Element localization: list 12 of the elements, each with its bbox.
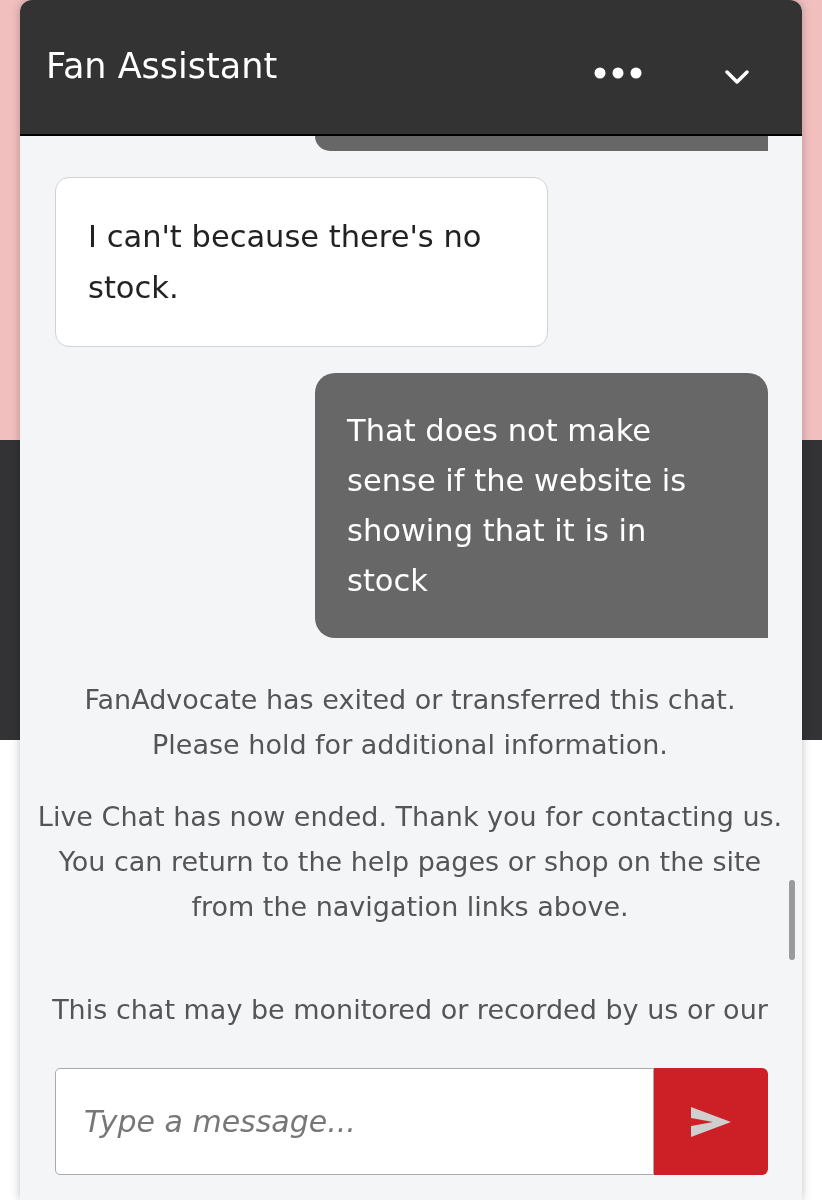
- agent-message: I can't because there's no stock.: [55, 177, 548, 347]
- chat-title: Fan Assistant: [46, 46, 278, 86]
- more-icon[interactable]: [594, 67, 642, 79]
- message-input[interactable]: Type a message...: [55, 1068, 654, 1175]
- paper-plane-icon: [691, 1106, 731, 1137]
- system-message: Live Chat has now ended. Thank you for contacting us. You can return to the help pages or shop on the site from the navigation links above.: [36, 800, 784, 924]
- chevron-down-icon[interactable]: [725, 70, 749, 84]
- scrollbar-thumb[interactable]: [789, 880, 795, 960]
- user-message: That does not make sense if the website is showing that it is in stock: [315, 373, 768, 638]
- send-button[interactable]: [654, 1068, 768, 1175]
- disclaimer-text: This chat may be monitored or recorded by us or our: [51, 993, 769, 1027]
- system-message: FanAdvocate has exited or transferred this chat. Please hold for additional information.: [83, 683, 737, 762]
